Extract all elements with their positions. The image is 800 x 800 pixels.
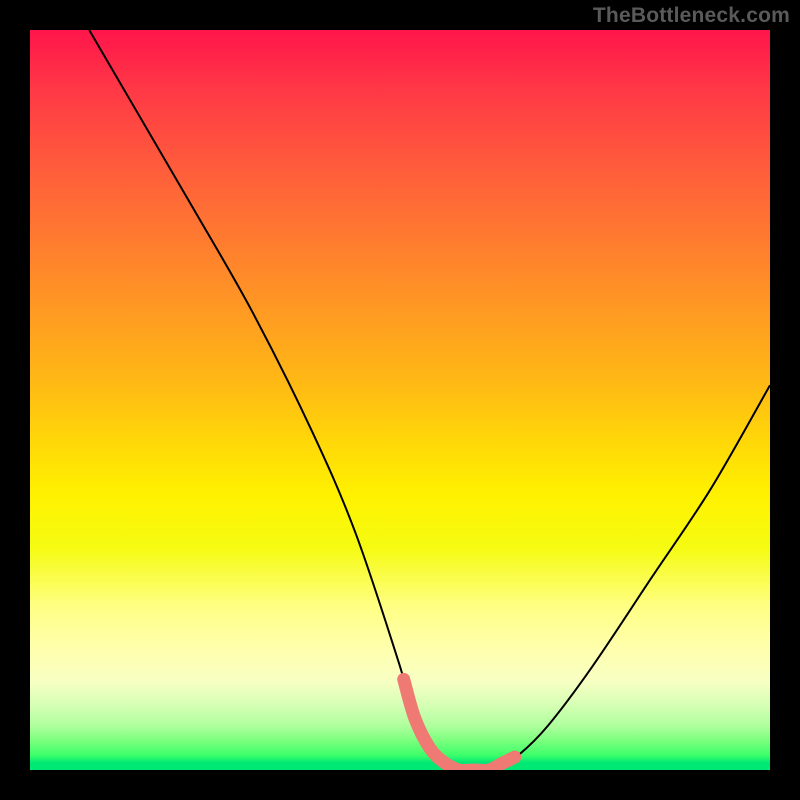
watermark-text: TheBottleneck.com: [593, 4, 790, 28]
chart-container: TheBottleneck.com: [0, 0, 800, 800]
bottleneck-chart: [30, 30, 770, 770]
plot-area: [30, 30, 770, 770]
highlight-plateau: [404, 679, 515, 770]
curve-line: [89, 30, 770, 770]
